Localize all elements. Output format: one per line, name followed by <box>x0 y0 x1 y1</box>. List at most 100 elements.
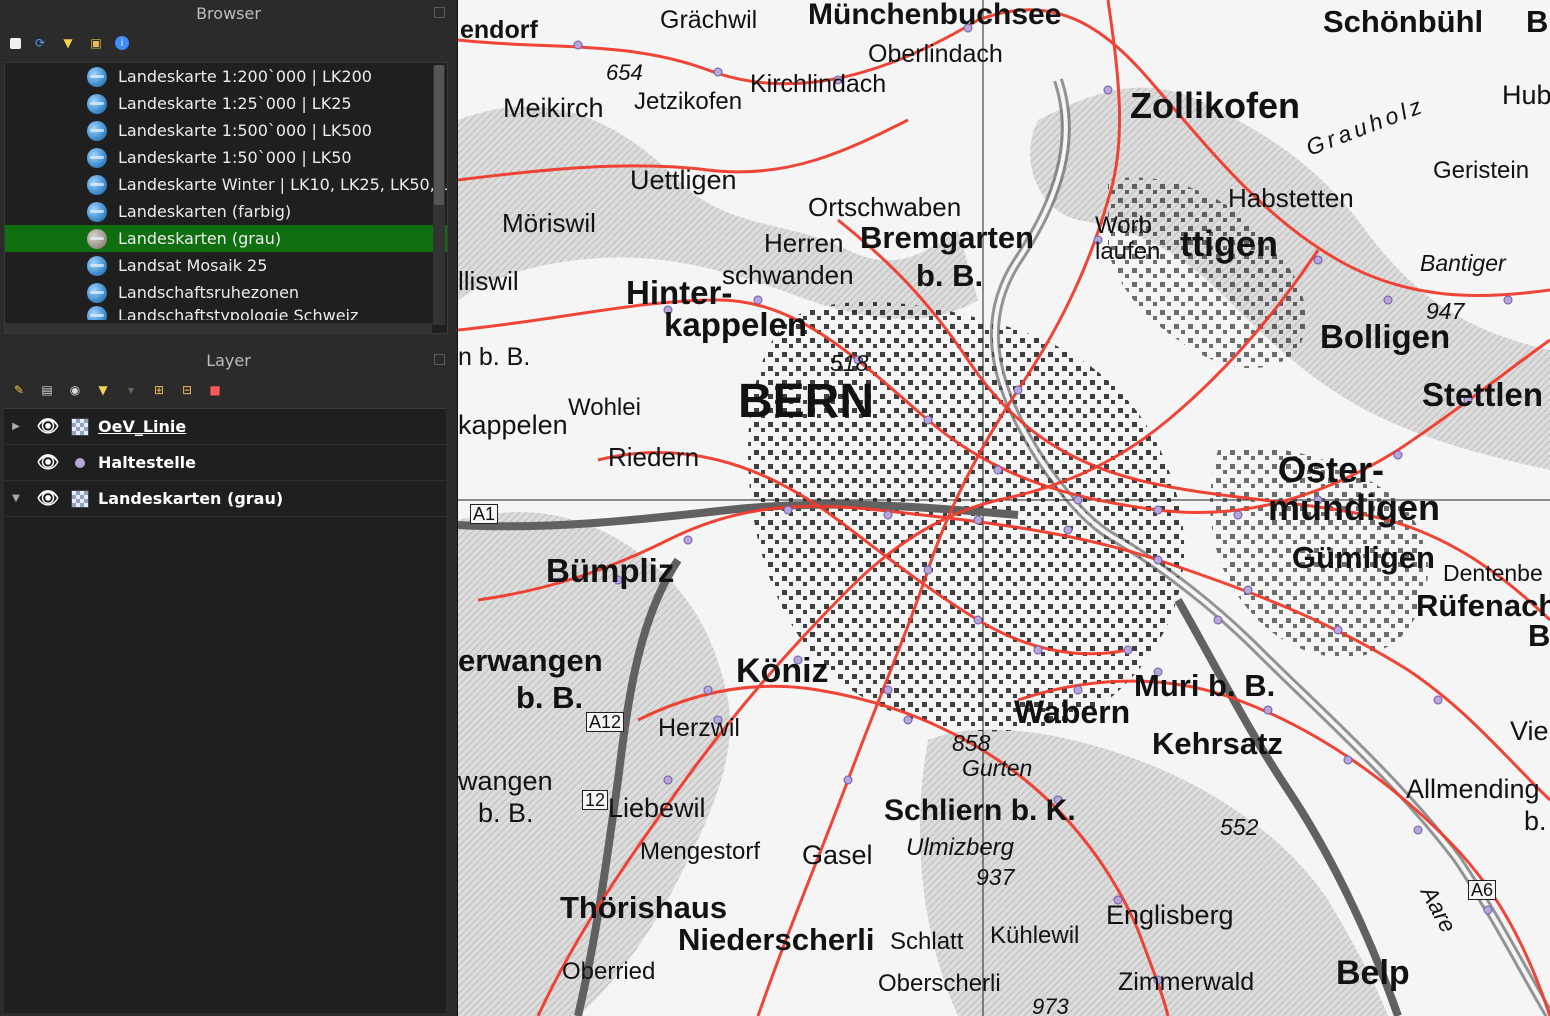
map-label: Oberried <box>562 958 656 985</box>
browser-tree[interactable]: Landeskarte 1:200`000 | LK200 Landeskart… <box>4 62 448 334</box>
map-label: Mengestorf <box>640 838 761 865</box>
map-label: b. B. <box>478 798 534 828</box>
browser-item-label: Landeskarte Winter | LK10, LK25, LK50, L <box>118 175 448 194</box>
undock-panel-icon[interactable] <box>434 354 445 365</box>
collapse-all-icon[interactable]: ⊟ <box>178 381 196 399</box>
map-label: Dentenbe <box>1443 560 1543 586</box>
browser-title-text: Browser <box>196 4 261 23</box>
filter-by-expression-icon[interactable]: ▾ <box>122 381 140 399</box>
browser-item-label: Landschaftsruhezonen <box>118 283 300 302</box>
browser-item-label: Landschaftstypologie Schweiz <box>118 306 359 320</box>
map-label: A6 <box>1468 880 1497 900</box>
browser-item-label: Landeskarten (farbig) <box>118 202 292 221</box>
wms-globe-icon <box>87 201 107 222</box>
browser-item[interactable]: Landeskarte Winter | LK10, LK25, LK50, L <box>5 171 447 198</box>
browser-vertical-scrollbar[interactable] <box>433 65 445 325</box>
map-label: Möriswil <box>502 208 596 238</box>
map-label: Bl <box>1528 618 1550 653</box>
map-label: mundigen <box>1268 487 1440 528</box>
remove-layer-icon[interactable]: ■ <box>206 381 224 399</box>
browser-item[interactable]: Landeskarte 1:50`000 | LK50 <box>5 144 447 171</box>
map-label: Kirchlindach <box>750 70 887 98</box>
map-label: schwanden <box>722 260 854 290</box>
filter-legend-icon[interactable]: ▼ <box>94 381 112 399</box>
map-label: 654 <box>606 60 643 85</box>
map-label: Uettligen <box>630 165 737 195</box>
browser-item[interactable]: Landeskarte 1:200`000 | LK200 <box>5 63 447 90</box>
layer-item-oev-linie[interactable]: ▶ 👁 OeV_Linie <box>4 409 446 445</box>
layer-tree[interactable]: ▶ 👁 OeV_Linie 👁 Haltestelle ▼ 👁 Landeska… <box>4 408 446 1013</box>
map-label: Bolligen <box>1320 318 1451 355</box>
left-dock-panel: Browser ⟳ ▼ ▣ i Landeskarte 1:200`000 | … <box>0 0 458 1016</box>
map-label: Hub <box>1502 80 1550 110</box>
map-label: endorf <box>460 16 538 44</box>
map-label: Grächwil <box>660 6 758 34</box>
browser-panel-title: Browser <box>0 0 457 28</box>
map-label: Kehrsatz <box>1152 726 1283 761</box>
map-label: Bremgarten <box>860 220 1034 255</box>
point-symbol-icon <box>75 457 85 468</box>
map-label: A1 <box>470 504 499 524</box>
browser-item[interactable]: Landeskarte 1:500`000 | LK500 <box>5 117 447 144</box>
wms-globe-icon <box>87 174 107 195</box>
map-label: Kühlewil <box>990 922 1080 949</box>
map-label: Riedern <box>608 442 700 472</box>
eye-icon[interactable]: 👁 <box>34 416 62 437</box>
layer-item-landeskarten-grau[interactable]: ▼ 👁 Landeskarten (grau) <box>4 481 446 517</box>
browser-horizontal-scrollbar[interactable] <box>5 323 432 333</box>
map-label: Rüfenach <box>1416 588 1550 623</box>
collapse-all-icon[interactable]: ▣ <box>87 34 105 52</box>
wms-globe-icon <box>87 255 107 276</box>
layer-panel-title: Layer <box>0 347 457 375</box>
expand-arrow-icon[interactable]: ▶ <box>4 421 28 432</box>
map-label: Liebewil <box>608 793 706 823</box>
wms-globe-icon <box>87 282 107 303</box>
refresh-icon[interactable]: ⟳ <box>31 34 49 52</box>
map-label: kappelen <box>458 410 568 440</box>
style-brush-icon[interactable]: ✎ <box>10 381 28 399</box>
map-label: 973 <box>1032 994 1069 1016</box>
scrollbar-thumb[interactable] <box>434 65 444 205</box>
map-label: Gurten <box>962 755 1033 781</box>
eye-icon[interactable]: 👁 <box>34 452 62 473</box>
browser-item-label: Landeskarte 1:200`000 | LK200 <box>118 67 372 86</box>
map-label: Oberscherli <box>878 970 1001 997</box>
filter-icon[interactable]: ▼ <box>59 34 77 52</box>
info-icon[interactable]: i <box>115 36 129 50</box>
browser-item-selected[interactable]: Landeskarten (grau) <box>5 225 447 252</box>
map-label: 518 <box>830 350 869 376</box>
map-canvas[interactable]: endorf Grächwil Münchenbuchsee Schönbühl… <box>458 0 1550 1016</box>
browser-item[interactable]: Landeskarte 1:25`000 | LK25 <box>5 90 447 117</box>
map-label: Gümligen <box>1292 540 1435 575</box>
undock-panel-icon[interactable] <box>434 7 445 18</box>
map-label: Wohlei <box>568 394 641 421</box>
map-label: Habstetten <box>1228 183 1354 213</box>
wms-globe-icon <box>87 306 107 320</box>
checker-icon <box>71 489 89 508</box>
browser-item[interactable]: Landschaftsruhezonen <box>5 279 447 306</box>
visibility-icon[interactable]: ◉ <box>66 381 84 399</box>
map-label: Schönbühl <box>1323 4 1484 39</box>
browser-item[interactable]: Landeskarten (farbig) <box>5 198 447 225</box>
browser-item-label: Landeskarten (grau) <box>118 229 282 248</box>
map-label: Wabern <box>1014 694 1131 730</box>
collapse-arrow-icon[interactable]: ▼ <box>4 493 28 504</box>
map-label: 858 <box>952 730 991 756</box>
map-label: Herren <box>764 228 844 258</box>
eye-icon[interactable]: 👁 <box>34 488 62 509</box>
wms-globe-icon <box>87 228 107 249</box>
expand-all-icon[interactable]: ⊞ <box>150 381 168 399</box>
map-label: BE <box>1526 4 1550 39</box>
add-layer-icon[interactable] <box>10 37 21 49</box>
map-label: erwangen <box>458 643 603 678</box>
wms-globe-icon <box>87 120 107 141</box>
map-label: Meikirch <box>503 93 604 123</box>
map-label: b. B. <box>516 680 584 715</box>
map-label: Bümpliz <box>546 552 675 589</box>
browser-item[interactable]: Landschaftstypologie Schweiz <box>5 306 447 320</box>
map-label: Hinter- <box>626 274 733 311</box>
layer-item-haltestelle[interactable]: 👁 Haltestelle <box>4 445 446 481</box>
browser-item[interactable]: Landsat Mosaik 25 <box>5 252 447 279</box>
browser-item-label: Landeskarte 1:500`000 | LK500 <box>118 121 372 140</box>
add-group-icon[interactable]: ▤ <box>38 381 56 399</box>
